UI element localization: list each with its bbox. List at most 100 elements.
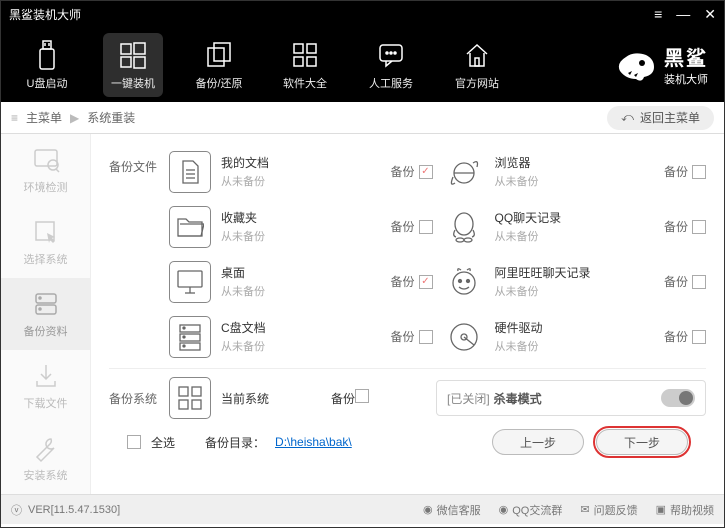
item-sub: 从未备份 [221, 173, 390, 189]
back-arrow-icon: ⤺ [621, 110, 634, 125]
checkbox-docs[interactable] [419, 165, 433, 179]
item-sub: 从未备份 [221, 228, 390, 244]
windows-squares-icon [169, 377, 211, 419]
backup-label: 备份 [664, 218, 688, 235]
crumb-root[interactable]: 主菜单 [26, 109, 62, 126]
brand-sub: 装机大师 [664, 71, 708, 87]
crumb-current: 系统重装 [87, 109, 135, 126]
backup-label: 备份 [390, 273, 414, 290]
brand: 黑鲨 装机大师 [614, 42, 708, 87]
step-backup-data[interactable]: 备份资料 [1, 278, 90, 350]
item-desktop: 桌面从未备份 备份 [169, 254, 433, 309]
select-all-label: 全选 [151, 434, 175, 451]
download-icon [31, 361, 61, 391]
nav-onekey-install[interactable]: 一键装机 [103, 33, 163, 97]
status-bar: ⓥ VER[11.5.47.1530] ◉ 微信客服 ◉ QQ交流群 ✉ 问题反… [1, 494, 724, 524]
backup-files-section: 备份文件 我的文档从未备份 备份 浏览器从未备份 备份 收藏夹从未备份 [109, 144, 706, 364]
back-main-button[interactable]: ⤺ 返回主菜单 [607, 106, 714, 130]
backup-dir-link[interactable]: D:\heisha\bak\ [275, 435, 352, 449]
titlebar: 黑鲨装机大师 ≡ — ✕ [1, 1, 724, 27]
nav-software-label: 软件大全 [283, 75, 327, 91]
backup-label: 备份 [664, 273, 688, 290]
home-icon [461, 39, 493, 71]
nav-software[interactable]: 软件大全 [275, 33, 335, 97]
item-name: 桌面 [221, 264, 390, 281]
checkbox-fav[interactable] [419, 220, 433, 234]
item-sub: 从未备份 [495, 173, 664, 189]
backup-label: 备份 [390, 328, 414, 345]
nav-usb-label: U盘启动 [27, 75, 68, 91]
step-select-system[interactable]: 选择系统 [1, 206, 90, 278]
env-icon [31, 145, 61, 175]
qq-icon [443, 206, 485, 248]
nav-service-label: 人工服务 [369, 75, 413, 91]
backup-icon [31, 289, 61, 319]
window-title: 黑鲨装机大师 [9, 6, 81, 23]
feedback[interactable]: ✉ 问题反馈 [580, 502, 637, 518]
checkbox-desktop[interactable] [419, 275, 433, 289]
checkbox-browser[interactable] [692, 165, 706, 179]
copy-icon [203, 39, 235, 71]
checkbox-select-all[interactable] [127, 435, 141, 449]
item-name: 硬件驱动 [495, 319, 664, 336]
checkbox-driver[interactable] [692, 330, 706, 344]
checkbox-cdrive[interactable] [419, 330, 433, 344]
item-sub: 从未备份 [495, 228, 664, 244]
prev-button[interactable]: 上一步 [492, 429, 584, 455]
step-download-label: 下载文件 [24, 395, 68, 411]
antivirus-mode-box: [已关闭] 杀毒模式 [436, 380, 706, 416]
bottom-bar: 全选 备份目录： D:\heisha\bak\ 上一步 下一步 [109, 423, 706, 455]
backup-system-title: 备份系统 [109, 390, 169, 407]
select-icon [31, 217, 61, 247]
top-nav: U盘启动 一键装机 备份/还原 软件大全 人工服务 官方网站 黑鲨 装机大师 [1, 27, 724, 102]
checkbox-qq[interactable] [692, 220, 706, 234]
kill-text: 杀毒模式 [494, 390, 542, 407]
item-c-drive: C盘文档从未备份 备份 [169, 309, 433, 364]
close-icon[interactable]: ✕ [704, 6, 716, 23]
backup-label: 备份 [664, 163, 688, 180]
monitor-icon [169, 261, 211, 303]
wrench-icon [31, 433, 61, 463]
help-video[interactable]: ▣ 帮助视频 [656, 502, 714, 518]
step-install-label: 安装系统 [24, 467, 68, 483]
item-favorites: 收藏夹从未备份 备份 [169, 199, 433, 254]
item-hardware-driver: 硬件驱动从未备份 备份 [443, 309, 707, 364]
checkbox-cursys[interactable] [355, 389, 369, 403]
item-name: 浏览器 [495, 154, 664, 171]
wechat-support[interactable]: ◉ 微信客服 [423, 502, 481, 518]
step-download[interactable]: 下载文件 [1, 350, 90, 422]
item-aliwangwang: 阿里旺旺聊天记录从未备份 备份 [443, 254, 707, 309]
windows-icon [117, 39, 149, 71]
content: 备份文件 我的文档从未备份 备份 浏览器从未备份 备份 收藏夹从未备份 [91, 134, 724, 494]
step-env-check[interactable]: 环境检测 [1, 134, 90, 206]
breadcrumb: ≡ 主菜单 ▶ 系统重装 ⤺ 返回主菜单 [1, 102, 724, 134]
step-env-label: 环境检测 [24, 179, 68, 195]
nav-usb-boot[interactable]: U盘启动 [17, 33, 77, 97]
item-sub: 从未备份 [221, 338, 390, 354]
shark-icon [614, 45, 658, 85]
backup-dir-label: 备份目录： [205, 434, 265, 451]
ie-icon [443, 151, 485, 193]
chevron-down-icon[interactable]: ⓥ [11, 502, 22, 518]
nav-onekey-label: 一键装机 [111, 75, 155, 91]
item-browser: 浏览器从未备份 备份 [443, 144, 707, 199]
menu-icon[interactable]: ≡ [654, 6, 662, 22]
next-button[interactable]: 下一步 [596, 429, 688, 455]
item-my-documents: 我的文档从未备份 备份 [169, 144, 433, 199]
item-sub: 从未备份 [221, 283, 390, 299]
folder-icon [169, 206, 211, 248]
nav-backup-restore[interactable]: 备份/还原 [189, 33, 249, 97]
item-name: 我的文档 [221, 154, 390, 171]
antivirus-toggle[interactable] [661, 389, 695, 407]
item-name: C盘文档 [221, 319, 390, 336]
minimize-icon[interactable]: — [676, 6, 690, 22]
nav-service[interactable]: 人工服务 [361, 33, 421, 97]
step-install[interactable]: 安装系统 [1, 422, 90, 494]
backup-label: 备份 [390, 163, 414, 180]
server-icon [169, 316, 211, 358]
backup-label: 备份 [664, 328, 688, 345]
checkbox-ali[interactable] [692, 275, 706, 289]
item-name: 收藏夹 [221, 209, 390, 226]
nav-website[interactable]: 官方网站 [447, 33, 507, 97]
qq-group[interactable]: ◉ QQ交流群 [499, 502, 563, 518]
